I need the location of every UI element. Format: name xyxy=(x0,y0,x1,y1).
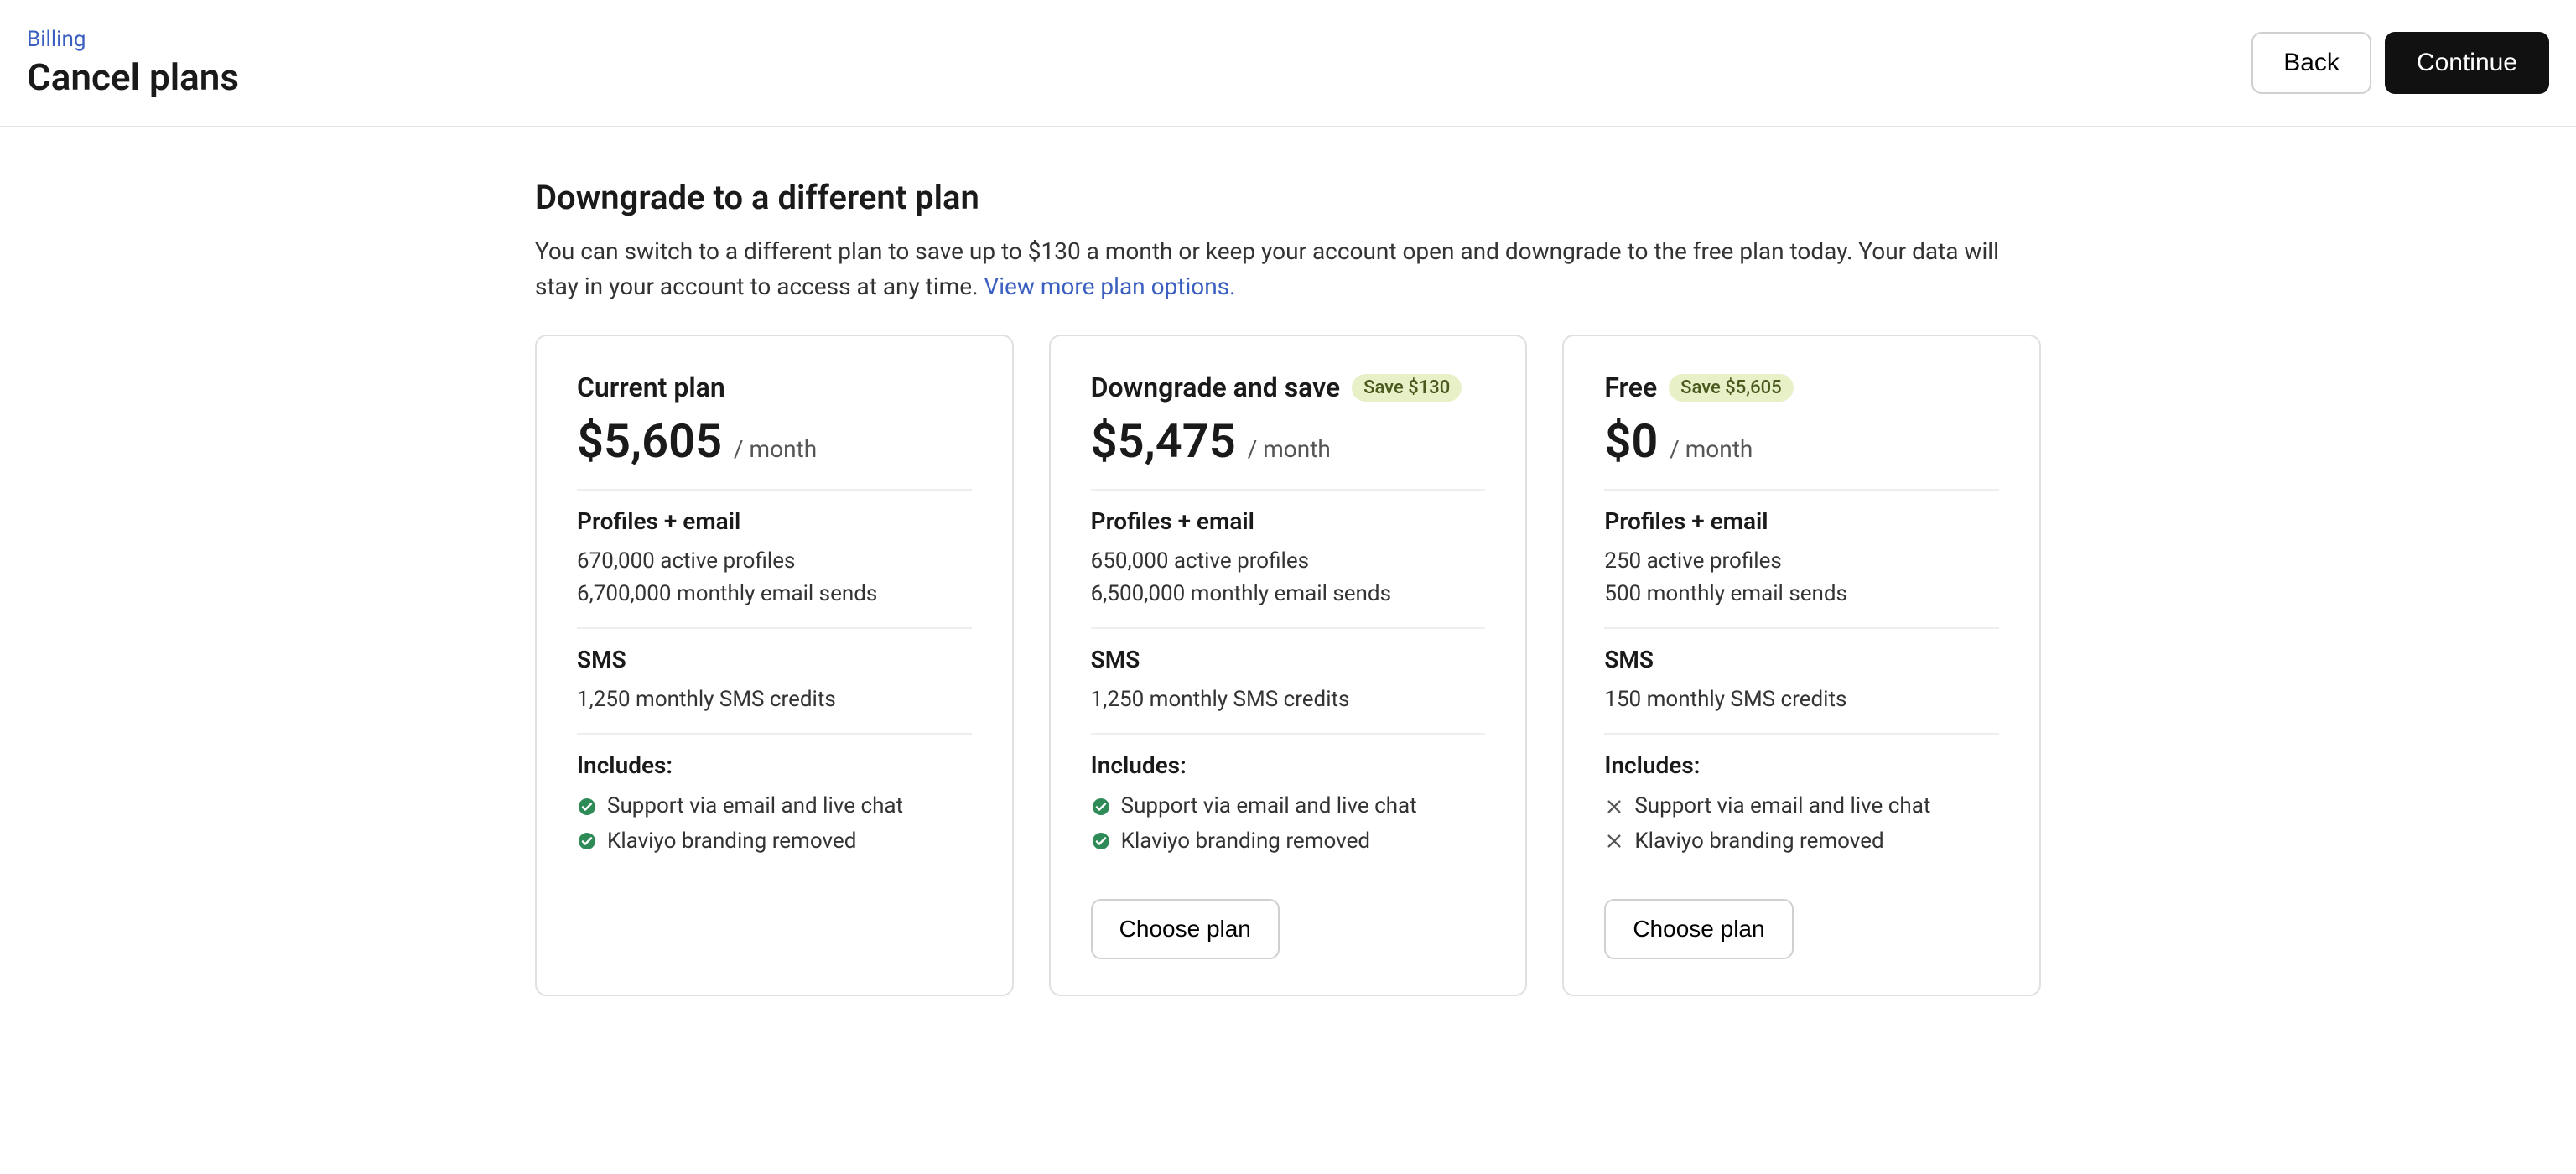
plan-title: Downgrade and save xyxy=(1091,371,1341,403)
active-profiles: 650,000 active profiles xyxy=(1091,545,1486,578)
price-unit: / month xyxy=(1670,435,1753,463)
feature-label: Klaviyo branding removed xyxy=(1121,824,1370,860)
profiles-email-heading: Profiles + email xyxy=(577,507,972,535)
x-icon xyxy=(1604,831,1624,851)
profiles-email-block: Profiles + email 650,000 active profiles… xyxy=(1091,507,1486,610)
sms-heading: SMS xyxy=(577,646,972,673)
active-profiles: 250 active profiles xyxy=(1604,545,1999,578)
sms-block: SMS 1,250 monthly SMS credits xyxy=(577,646,972,716)
top-bar: Billing Cancel plans Back Continue xyxy=(0,0,2576,127)
plan-card-free: Free Save $5,605 $0 / month Profiles + e… xyxy=(1562,335,2041,996)
main-content: Downgrade to a different plan You can sw… xyxy=(508,178,2068,996)
plan-price: $5,475 / month xyxy=(1091,413,1486,469)
choose-plan-button[interactable]: Choose plan xyxy=(1604,899,1793,959)
plan-card-downgrade: Downgrade and save Save $130 $5,475 / mo… xyxy=(1049,335,1528,996)
view-more-plan-options-link[interactable]: View more plan options. xyxy=(984,273,1235,300)
feature-label: Support via email and live chat xyxy=(607,789,903,824)
divider xyxy=(577,733,972,735)
email-sends: 6,700,000 monthly email sends xyxy=(577,578,972,610)
save-badge: Save $130 xyxy=(1352,374,1462,402)
profiles-email-block: Profiles + email 250 active profiles 500… xyxy=(1604,507,1999,610)
price-unit: / month xyxy=(734,435,817,463)
plan-header: Free Save $5,605 xyxy=(1604,371,1999,403)
active-profiles: 670,000 active profiles xyxy=(577,545,972,578)
plan-header: Downgrade and save Save $130 xyxy=(1091,371,1486,403)
feature-label: Klaviyo branding removed xyxy=(607,824,856,860)
feature-support: Support via email and live chat xyxy=(577,789,972,824)
divider xyxy=(1604,733,1999,735)
price-amount: $5,475 xyxy=(1091,413,1236,469)
price-unit: / month xyxy=(1248,435,1331,463)
divider xyxy=(577,627,972,629)
feature-branding: Klaviyo branding removed xyxy=(1604,824,1999,860)
page-title: Cancel plans xyxy=(27,55,239,99)
divider xyxy=(577,489,972,491)
price-amount: $0 xyxy=(1604,413,1658,469)
x-icon xyxy=(1604,797,1624,817)
includes-heading: Includes: xyxy=(1091,751,1486,779)
feature-label: Support via email and live chat xyxy=(1634,789,1930,824)
divider xyxy=(1091,733,1486,735)
plan-title: Current plan xyxy=(577,371,725,403)
profiles-email-heading: Profiles + email xyxy=(1604,507,1999,535)
includes-block: Includes: Support via email and live cha… xyxy=(1604,751,1999,859)
divider xyxy=(1604,627,1999,629)
section-desc-text: You can switch to a different plan to sa… xyxy=(535,237,1999,300)
divider xyxy=(1091,489,1486,491)
title-group: Billing Cancel plans xyxy=(27,27,239,99)
includes-block: Includes: Support via email and live cha… xyxy=(1091,751,1486,859)
profiles-email-block: Profiles + email 670,000 active profiles… xyxy=(577,507,972,610)
feature-support: Support via email and live chat xyxy=(1604,789,1999,824)
feature-label: Klaviyo branding removed xyxy=(1634,824,1883,860)
plan-title: Free xyxy=(1604,371,1657,403)
plans-grid: Current plan $5,605 / month Profiles + e… xyxy=(535,335,2041,996)
plan-price: $0 / month xyxy=(1604,413,1999,469)
includes-heading: Includes: xyxy=(577,751,972,779)
divider xyxy=(1604,489,1999,491)
sms-block: SMS 150 monthly SMS credits xyxy=(1604,646,1999,716)
includes-block: Includes: Support via email and live cha… xyxy=(577,751,972,859)
feature-list: Support via email and live chat Klaviyo … xyxy=(1604,789,1999,859)
check-icon xyxy=(577,797,597,817)
plan-card-current: Current plan $5,605 / month Profiles + e… xyxy=(535,335,1014,996)
feature-branding: Klaviyo branding removed xyxy=(577,824,972,860)
section-description: You can switch to a different plan to sa… xyxy=(535,234,2028,304)
price-amount: $5,605 xyxy=(577,413,722,469)
continue-button[interactable]: Continue xyxy=(2385,32,2549,94)
email-sends: 500 monthly email sends xyxy=(1604,578,1999,610)
feature-list: Support via email and live chat Klaviyo … xyxy=(1091,789,1486,859)
divider xyxy=(1091,627,1486,629)
feature-label: Support via email and live chat xyxy=(1121,789,1417,824)
includes-heading: Includes: xyxy=(1604,751,1999,779)
feature-support: Support via email and live chat xyxy=(1091,789,1486,824)
top-actions: Back Continue xyxy=(2251,32,2549,94)
breadcrumb[interactable]: Billing xyxy=(27,27,239,52)
plan-header: Current plan xyxy=(577,371,972,403)
choose-plan-button[interactable]: Choose plan xyxy=(1091,899,1280,959)
sms-heading: SMS xyxy=(1091,646,1486,673)
email-sends: 6,500,000 monthly email sends xyxy=(1091,578,1486,610)
check-icon xyxy=(1091,797,1111,817)
sms-block: SMS 1,250 monthly SMS credits xyxy=(1091,646,1486,716)
section-title: Downgrade to a different plan xyxy=(535,178,2041,217)
feature-branding: Klaviyo branding removed xyxy=(1091,824,1486,860)
sms-heading: SMS xyxy=(1604,646,1999,673)
sms-credits: 1,250 monthly SMS credits xyxy=(577,683,972,716)
profiles-email-heading: Profiles + email xyxy=(1091,507,1486,535)
save-badge: Save $5,605 xyxy=(1669,374,1793,402)
feature-list: Support via email and live chat Klaviyo … xyxy=(577,789,972,859)
back-button[interactable]: Back xyxy=(2251,32,2371,94)
plan-price: $5,605 / month xyxy=(577,413,972,469)
sms-credits: 1,250 monthly SMS credits xyxy=(1091,683,1486,716)
check-icon xyxy=(577,831,597,851)
check-icon xyxy=(1091,831,1111,851)
sms-credits: 150 monthly SMS credits xyxy=(1604,683,1999,716)
